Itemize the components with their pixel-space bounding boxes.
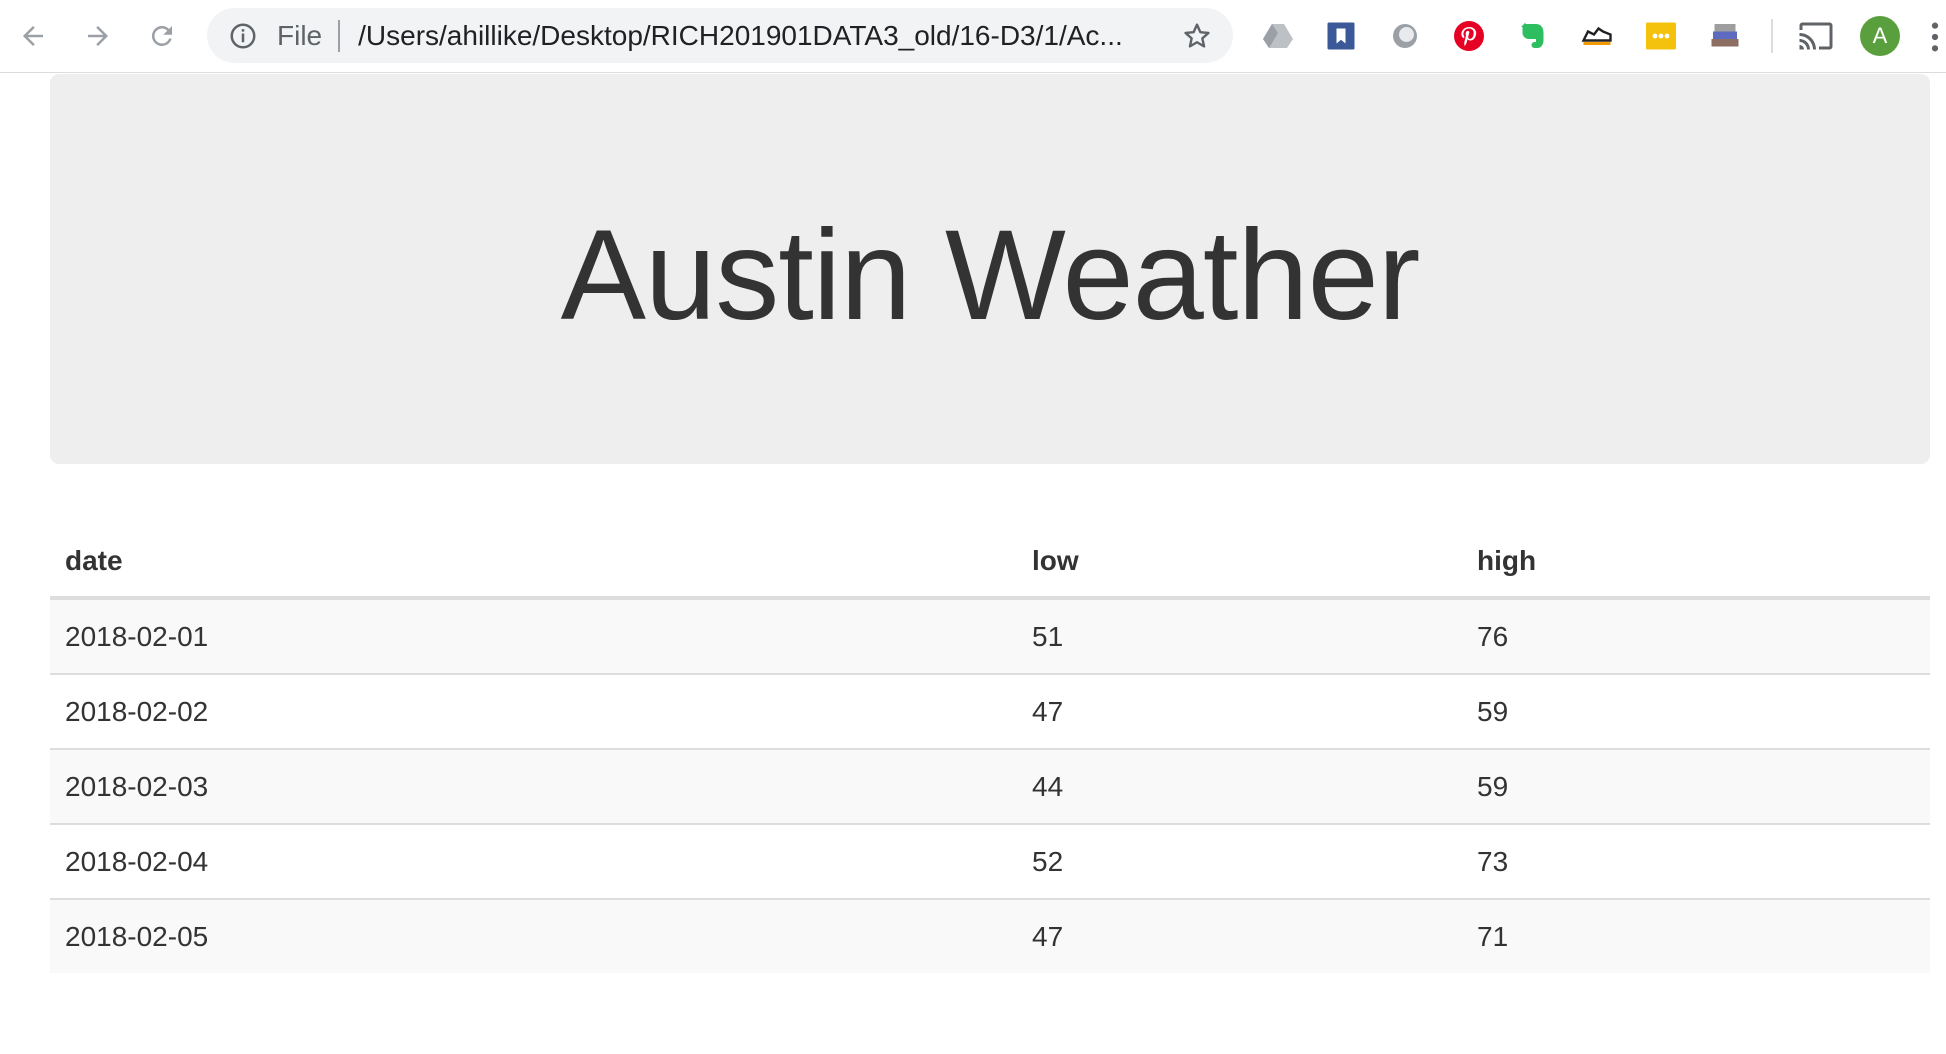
evernote-icon[interactable] bbox=[1514, 17, 1552, 55]
info-icon[interactable] bbox=[227, 20, 259, 52]
cell-low: 51 bbox=[1017, 598, 1462, 674]
table-row: 2018-02-01 51 76 bbox=[50, 598, 1930, 674]
sneaker-icon[interactable] bbox=[1578, 17, 1616, 55]
bookmark-icon[interactable] bbox=[1322, 17, 1360, 55]
back-button[interactable] bbox=[13, 14, 53, 58]
cell-high: 59 bbox=[1462, 673, 1930, 749]
reload-button[interactable] bbox=[142, 14, 182, 58]
menu-dots-icon[interactable] bbox=[1928, 20, 1942, 54]
bookmark-star-icon[interactable] bbox=[1181, 20, 1213, 52]
cell-high: 59 bbox=[1462, 748, 1930, 824]
toolbar-divider bbox=[1771, 19, 1773, 53]
cell-date: 2018-02-02 bbox=[50, 673, 1017, 749]
cell-low: 47 bbox=[1017, 898, 1462, 973]
table-row: 2018-02-04 52 73 bbox=[50, 823, 1930, 899]
cell-date: 2018-02-01 bbox=[50, 598, 1017, 674]
jumbotron-header: Austin Weather bbox=[50, 74, 1930, 464]
table-header-row: date low high bbox=[50, 526, 1930, 600]
cell-high: 76 bbox=[1462, 598, 1930, 674]
cell-low: 44 bbox=[1017, 748, 1462, 824]
reload-icon bbox=[151, 25, 172, 46]
url-separator bbox=[338, 19, 341, 52]
cell-date: 2018-02-04 bbox=[50, 823, 1017, 899]
circle-extension-icon[interactable] bbox=[1386, 17, 1424, 55]
column-header-low: low bbox=[1017, 526, 1462, 600]
page-title: Austin Weather bbox=[560, 203, 1421, 347]
cell-high: 71 bbox=[1462, 898, 1930, 973]
forward-arrow-icon bbox=[88, 26, 108, 46]
url-text[interactable]: /Users/ahillike/Desktop/RICH201901DATA3_… bbox=[358, 20, 1123, 52]
forward-button[interactable] bbox=[78, 14, 118, 58]
cell-low: 52 bbox=[1017, 823, 1462, 899]
column-header-date: date bbox=[50, 526, 1017, 600]
column-header-high: high bbox=[1462, 526, 1930, 600]
cast-icon[interactable] bbox=[1797, 17, 1835, 55]
table-row: 2018-02-05 47 71 bbox=[50, 898, 1930, 973]
address-bar[interactable]: File /Users/ahillike/Desktop/RICH201901D… bbox=[207, 8, 1233, 63]
url-scheme-label: File bbox=[277, 19, 323, 51]
cell-high: 73 bbox=[1462, 823, 1930, 899]
cell-low: 47 bbox=[1017, 673, 1462, 749]
weather-table: date low high 2018-02-01 51 76 2018-02-0… bbox=[50, 526, 1930, 973]
table-row: 2018-02-02 47 59 bbox=[50, 673, 1930, 749]
profile-avatar[interactable]: A bbox=[1860, 16, 1900, 56]
cell-date: 2018-02-05 bbox=[50, 898, 1017, 973]
table-row: 2018-02-03 44 59 bbox=[50, 748, 1930, 824]
drive-icon[interactable] bbox=[1259, 17, 1297, 55]
pinterest-icon[interactable] bbox=[1450, 17, 1488, 55]
books-icon[interactable] bbox=[1706, 17, 1744, 55]
browser-toolbar: File /Users/ahillike/Desktop/RICH201901D… bbox=[0, 0, 1946, 73]
dots-extension-icon[interactable] bbox=[1642, 17, 1680, 55]
cell-date: 2018-02-03 bbox=[50, 748, 1017, 824]
back-arrow-icon bbox=[23, 26, 43, 46]
